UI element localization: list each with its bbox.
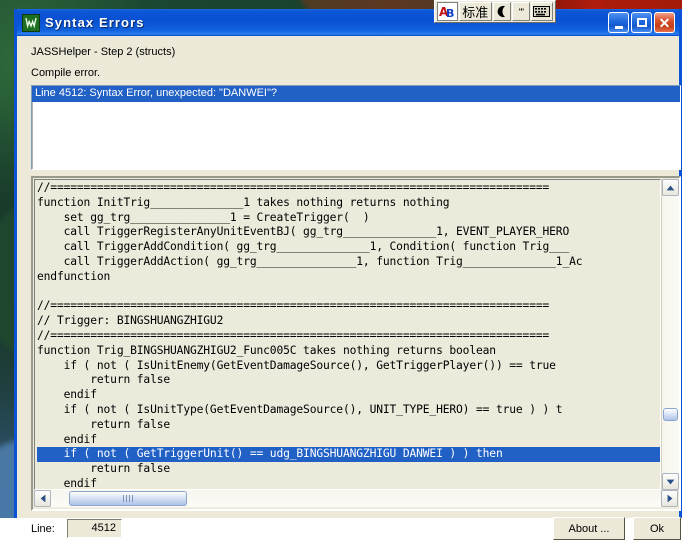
code-line[interactable]: function Trig_BINGSHUANGZHIGU2_Func005C … <box>37 344 496 357</box>
scroll-down-icon[interactable] <box>662 473 679 490</box>
code-line[interactable]: endfunction <box>37 270 110 283</box>
code-line[interactable] <box>37 285 44 298</box>
window-title: Syntax Errors <box>45 15 145 30</box>
line-label: Line: <box>31 523 55 535</box>
horizontal-scroll-thumb[interactable] <box>69 491 187 506</box>
scroll-right-icon[interactable] <box>661 490 678 507</box>
code-line-highlighted[interactable]: if ( not ( GetTriggerUnit() == udg_BINGS… <box>37 447 660 463</box>
code-line[interactable]: call TriggerRegisterAnyUnitEventBJ( gg_t… <box>37 225 570 238</box>
window-client-area: JASSHelper - Step 2 (structs) Compile er… <box>17 36 681 540</box>
ime-mode-button[interactable]: 标准 <box>459 2 492 21</box>
code-line[interactable]: //======================================… <box>37 299 549 312</box>
step-label: JASSHelper - Step 2 (structs) <box>31 46 176 58</box>
code-line[interactable]: if ( not ( IsUnitType(GetEventDamageSour… <box>37 403 563 416</box>
code-line[interactable]: return false <box>37 462 170 475</box>
maximize-button[interactable] <box>631 12 652 33</box>
about-button[interactable]: About ... <box>553 517 625 540</box>
window-controls: ✕ <box>608 12 677 33</box>
vertical-scroll-track[interactable] <box>662 196 679 473</box>
keyboard-icon[interactable] <box>530 2 553 21</box>
code-line[interactable]: if ( not ( IsUnitEnemy(GetEventDamageSou… <box>37 359 556 372</box>
window-title-bar[interactable]: Syntax Errors ✕ <box>17 9 679 36</box>
horizontal-scroll-track[interactable] <box>51 490 661 507</box>
code-line[interactable]: // Trigger: BINGSHUANGZHIGU2 <box>37 314 223 327</box>
code-line[interactable]: function InitTrig______________1 takes n… <box>37 196 450 209</box>
ime-language-icon[interactable]: A B <box>437 2 459 21</box>
minimize-icon <box>614 26 623 29</box>
minimize-button[interactable] <box>608 12 629 33</box>
code-vertical-scrollbar[interactable] <box>661 179 679 490</box>
code-viewport[interactable]: //======================================… <box>34 179 661 490</box>
code-line[interactable]: endif <box>37 388 97 401</box>
maximize-icon <box>636 18 647 27</box>
code-horizontal-scrollbar[interactable] <box>34 490 678 508</box>
close-icon: ✕ <box>658 14 671 31</box>
error-list-item[interactable]: Line 4512: Syntax Error, unexpected: "DA… <box>32 86 680 102</box>
code-line[interactable]: //======================================… <box>37 181 549 194</box>
vertical-scroll-thumb[interactable] <box>663 408 678 421</box>
code-line[interactable]: endif <box>37 433 97 446</box>
code-line[interactable]: return false <box>37 373 170 386</box>
code-line[interactable]: set gg_trg_______________1 = CreateTrigg… <box>37 211 370 224</box>
punctuation-icon[interactable]: "” <box>511 2 530 21</box>
ime-language-bar[interactable]: A B 标准 "” <box>434 0 556 23</box>
ok-button[interactable]: Ok <box>633 517 681 540</box>
code-line[interactable]: return false <box>37 418 170 431</box>
error-list[interactable]: Line 4512: Syntax Error, unexpected: "DA… <box>31 85 681 170</box>
line-number-field[interactable]: 4512 <box>67 519 122 538</box>
code-line[interactable]: endif <box>37 477 97 489</box>
moon-icon[interactable] <box>492 2 511 21</box>
scroll-left-icon[interactable] <box>34 490 51 507</box>
code-line[interactable]: call TriggerAddCondition( gg_trg________… <box>37 240 570 253</box>
code-text: //======================================… <box>35 180 660 489</box>
svg-text:B: B <box>446 7 454 19</box>
close-button[interactable]: ✕ <box>654 12 675 33</box>
code-line[interactable]: call TriggerAddAction( gg_trg___________… <box>37 255 583 268</box>
code-viewer[interactable]: //======================================… <box>31 176 681 511</box>
scroll-thumb-grip <box>123 495 133 502</box>
syntax-errors-window: Syntax Errors ✕ JASSHelper - Step 2 (str… <box>14 9 682 540</box>
code-line[interactable]: //======================================… <box>37 329 549 342</box>
warcraft-editor-icon <box>22 13 40 32</box>
scroll-up-icon[interactable] <box>662 179 679 196</box>
compile-error-label: Compile error. <box>31 67 101 79</box>
